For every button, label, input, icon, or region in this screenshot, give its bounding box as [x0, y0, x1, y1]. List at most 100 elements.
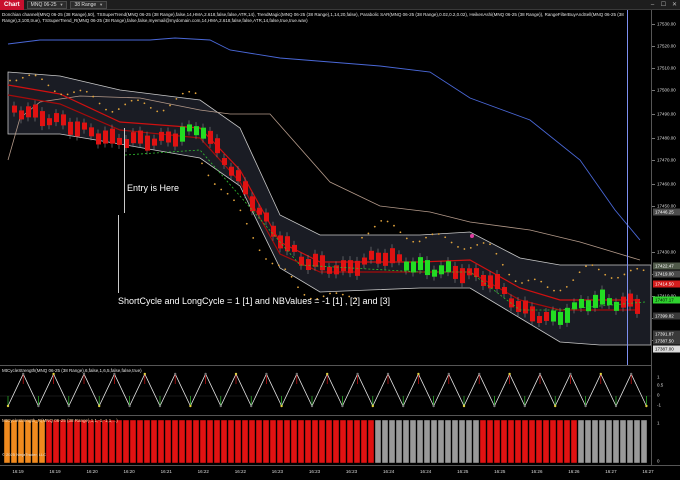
signal-bar: [626, 419, 634, 464]
sar-dot: [412, 240, 415, 243]
minimize-button[interactable]: –: [647, 0, 658, 10]
signal-bar: [59, 419, 67, 464]
bear-candle: [40, 111, 45, 127]
cycle-dot: [189, 404, 192, 408]
signal-bar: [248, 419, 256, 464]
cycle-dot: [508, 372, 511, 376]
price-marker: 17387.00: [653, 345, 680, 353]
bear-candle: [75, 121, 80, 137]
cycle-dot: [128, 404, 131, 408]
time-label: 16:23: [345, 469, 358, 474]
sar-dot: [194, 92, 197, 95]
bear-candle: [208, 130, 213, 144]
close-button[interactable]: ✕: [669, 0, 680, 10]
bear-candle: [152, 138, 157, 146]
signal-bar: [80, 419, 88, 464]
cycle-dot: [554, 404, 557, 408]
time-label: 16:24: [382, 469, 395, 474]
sar-dot: [105, 108, 107, 111]
bar-axis-label: 1: [657, 420, 660, 426]
interval-selector[interactable]: 38 Range ▼: [70, 0, 108, 9]
sar-dot: [137, 99, 139, 102]
cycle-strength-axis: 1 0.5 0 -1: [651, 365, 680, 415]
cycle-dot: [143, 372, 146, 376]
cycle-strength-panel[interactable]: MtCycleStrength(MNQ 06-25 (38 Range),6,f…: [0, 365, 651, 415]
signal-bar: [290, 419, 298, 464]
cycle-dot: [402, 404, 405, 408]
cycle-dot: [614, 404, 618, 408]
sar-dot: [533, 278, 536, 281]
sar-dot: [335, 292, 338, 295]
signal-bars-panel[interactable]: MtCycleStrength_R(MNQ 06-25 (38 Range),1…: [0, 415, 651, 465]
signal-bar: [521, 419, 529, 464]
sar-dot: [521, 282, 523, 284]
sar-dot: [610, 277, 613, 279]
time-label: 16:19: [12, 469, 24, 474]
bear-candle: [159, 131, 164, 141]
signal-bar: [276, 419, 284, 464]
signal-bar: [388, 419, 396, 464]
signal-bar: [52, 419, 60, 464]
signal-bar: [164, 419, 172, 464]
bear-candle: [292, 244, 297, 252]
signal-bar: [94, 419, 102, 464]
bear-candle: [635, 298, 640, 314]
cycle-dot: [67, 404, 71, 408]
signal-bar: [577, 419, 585, 464]
chevron-down-icon: ▼: [99, 1, 104, 7]
cycle-dot: [645, 404, 648, 408]
cycle-dot: [204, 372, 207, 376]
signal-bar: [549, 419, 557, 464]
signal-bar: [234, 419, 242, 464]
signal-bar: [612, 419, 620, 464]
bear-candle: [621, 296, 626, 308]
sar-dot: [169, 104, 171, 107]
signal-bar: [283, 419, 291, 464]
signal-bar: [465, 419, 473, 464]
osc-axis-label: -1: [657, 402, 662, 408]
bear-candle: [628, 293, 633, 307]
sar-dot: [508, 273, 511, 276]
bear-candle: [19, 110, 24, 120]
sar-dot: [277, 264, 280, 267]
signal-bar: [297, 419, 305, 464]
sar-dot: [85, 90, 88, 93]
bear-candle: [509, 298, 514, 308]
sar-dot: [143, 102, 146, 105]
bull-candle: [600, 289, 605, 305]
sar-dot: [405, 237, 408, 240]
price-label: 17480.00: [657, 135, 676, 141]
signal-bar: [535, 419, 543, 464]
price-chart[interactable]: [0, 10, 651, 365]
sar-dot: [476, 244, 479, 246]
instrument-selector[interactable]: MNQ 06-25 ▼: [26, 0, 68, 9]
chart-tab[interactable]: Chart: [0, 0, 24, 10]
sar-dot: [181, 92, 184, 95]
maximize-button[interactable]: ☐: [658, 0, 669, 10]
time-label: 16:25: [457, 469, 469, 474]
signal-bars-plot: [3, 419, 648, 464]
signal-bar: [416, 419, 424, 464]
signal-bar: [556, 419, 564, 464]
sar-dot: [207, 174, 210, 177]
time-axis[interactable]: 16:19 16:19 16:20 16:20 16:21 16:22 16:22 16:23…: [0, 465, 680, 480]
price-label: 17510.00: [657, 65, 676, 71]
price-axis[interactable]: 17530.00 17520.00 17510.00 17500.00 1749…: [651, 10, 680, 365]
sar-dot: [233, 199, 235, 202]
bear-candle: [173, 133, 178, 147]
cycle-dot: [265, 372, 268, 376]
bear-candle: [33, 104, 38, 118]
signal-bar: [591, 419, 599, 464]
sar-dot: [565, 286, 568, 288]
signal-bar: [367, 419, 375, 464]
sar-dot: [393, 224, 395, 227]
signal-bar: [108, 419, 116, 464]
bear-candle: [460, 268, 465, 284]
signal-bar: [227, 419, 235, 464]
cycle-dot: [52, 372, 55, 376]
sar-dot: [130, 99, 133, 102]
cycle-dot: [113, 372, 116, 376]
time-label: 16:27: [642, 469, 654, 474]
bull-candle: [187, 124, 192, 132]
bear-candle: [313, 253, 318, 267]
